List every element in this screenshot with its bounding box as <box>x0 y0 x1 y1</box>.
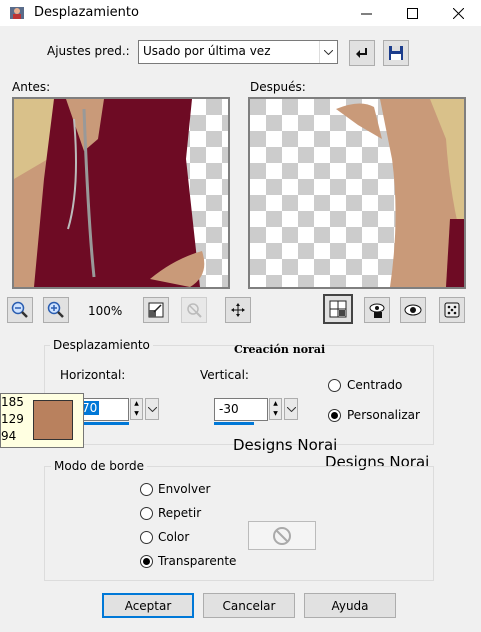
tooltip-red-value: 185 <box>1 395 24 409</box>
spin-up-icon[interactable]: ▲ <box>131 399 142 409</box>
save-preset-button[interactable] <box>383 40 409 66</box>
vertical-slider-bar[interactable] <box>214 422 254 425</box>
edge-mode-legend: Modo de borde <box>51 459 147 473</box>
edge-repeat-radio[interactable] <box>140 507 153 520</box>
spin-down-icon[interactable]: ▼ <box>270 409 281 419</box>
presets-value: Usado por última vez <box>143 44 271 58</box>
dice-icon <box>444 302 460 318</box>
maximize-button[interactable] <box>389 0 435 26</box>
edge-color-label[interactable]: Color <box>158 530 189 544</box>
save-icon <box>389 46 403 60</box>
edge-transparent-radio[interactable] <box>140 555 153 568</box>
reset-preset-button[interactable] <box>349 40 375 66</box>
help-button[interactable]: Ayuda <box>304 593 396 618</box>
vertical-value: -30 <box>219 402 239 416</box>
vertical-dropdown-button[interactable] <box>284 398 298 420</box>
zoom-level: 100% <box>88 304 123 318</box>
after-preview <box>248 97 466 289</box>
title-bar: Desplazamiento <box>0 0 481 26</box>
app-icon <box>10 7 24 19</box>
tooltip-green-value: 129 <box>1 412 24 426</box>
minimize-button[interactable] <box>343 0 389 26</box>
custom-radio[interactable] <box>328 409 341 422</box>
radio-selected-dot <box>143 558 150 565</box>
close-button[interactable] <box>435 0 481 26</box>
horizontal-dropdown-button[interactable] <box>145 398 159 420</box>
color-tooltip: 185 129 94 <box>0 393 84 448</box>
minimize-icon <box>360 13 372 14</box>
zoom-in-button[interactable] <box>43 297 69 323</box>
zoom-out-icon <box>11 301 28 318</box>
after-label: Después: <box>250 80 306 94</box>
zoom-disabled-button[interactable] <box>181 297 207 323</box>
cancel-button-label: Cancelar <box>222 598 276 613</box>
fit-window-icon <box>148 302 164 318</box>
toggle-preview-layout-button[interactable] <box>323 294 353 324</box>
window-title: Desplazamiento <box>34 5 139 20</box>
pan-button[interactable] <box>225 297 251 323</box>
chevron-down-icon <box>286 406 296 412</box>
undo-arrow-icon <box>356 48 367 58</box>
ok-button-label: Aceptar <box>124 598 172 613</box>
vertical-label: Vertical: <box>200 368 249 382</box>
horizontal-slider-bar[interactable] <box>78 422 129 425</box>
close-icon <box>452 7 464 19</box>
presets-label: Ajustes pred.: <box>47 44 130 58</box>
chevron-down-icon <box>147 406 157 412</box>
zoom-disabled-icon <box>187 303 202 318</box>
move-arrows-icon <box>231 303 245 317</box>
zoom-to-fit-button[interactable] <box>143 297 169 323</box>
edge-wrap-label[interactable]: Envolver <box>158 482 210 496</box>
before-label: Antes: <box>12 80 51 94</box>
maximize-icon <box>406 7 418 19</box>
tooltip-color-swatch <box>33 400 73 440</box>
vertical-input[interactable]: -30 <box>214 398 268 421</box>
spin-up-icon[interactable]: ▲ <box>270 399 281 409</box>
edge-mode-group <box>44 466 434 581</box>
edge-repeat-label[interactable]: Repetir <box>158 506 201 520</box>
horizontal-label: Horizontal: <box>60 368 126 382</box>
watermark-designs-1: Designs Norai <box>233 436 338 454</box>
offset-group-legend: Desplazamiento <box>50 338 153 352</box>
tooltip-blue-value: 94 <box>1 429 17 443</box>
chevron-down-icon <box>324 49 333 55</box>
edge-wrap-radio[interactable] <box>140 483 153 496</box>
randomize-button[interactable] <box>439 297 465 323</box>
edge-color-swatch-button[interactable] <box>248 521 316 550</box>
horizontal-input[interactable]: 70 <box>78 398 129 421</box>
eye-icon <box>404 304 422 316</box>
custom-label[interactable]: Personalizar <box>347 408 420 422</box>
preview-layout-icon <box>329 300 347 318</box>
auto-proof-button[interactable] <box>400 297 426 323</box>
edge-transparent-label[interactable]: Transparente <box>158 554 236 568</box>
horizontal-spin-buttons[interactable]: ▲ ▼ <box>130 398 143 420</box>
vertical-spin-buttons[interactable]: ▲ ▼ <box>269 398 282 420</box>
edge-color-radio[interactable] <box>140 531 153 544</box>
presets-combobox[interactable]: Usado por última vez <box>138 40 338 64</box>
cancel-button[interactable]: Cancelar <box>203 593 295 618</box>
zoom-in-icon <box>47 301 64 318</box>
before-preview <box>12 97 230 289</box>
ok-button[interactable]: Aceptar <box>102 593 194 618</box>
no-color-icon <box>273 526 291 545</box>
eye-lock-icon <box>369 303 385 318</box>
watermark-creacion: Creación norai <box>234 343 326 356</box>
help-button-label: Ayuda <box>331 598 369 613</box>
zoom-out-button[interactable] <box>7 297 33 323</box>
before-preview-image <box>14 99 228 287</box>
centered-radio[interactable] <box>328 379 341 392</box>
offset-group <box>44 345 434 445</box>
proof-button[interactable] <box>364 297 390 323</box>
after-preview-image <box>250 99 464 287</box>
spin-down-icon[interactable]: ▼ <box>131 409 142 419</box>
radio-selected-dot <box>331 412 338 419</box>
presets-dropdown-button[interactable] <box>319 41 337 63</box>
centered-label[interactable]: Centrado <box>347 378 402 392</box>
